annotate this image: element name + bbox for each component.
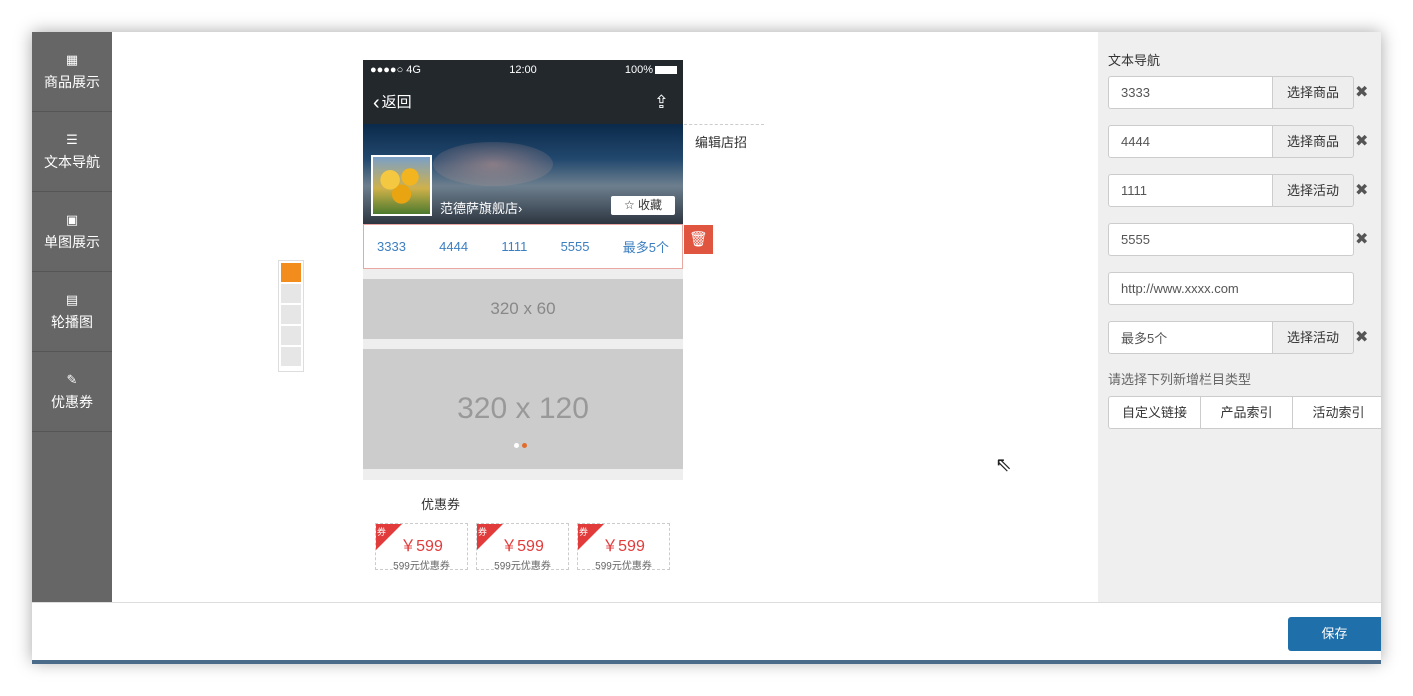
nav-text-input-4[interactable] <box>1108 223 1354 256</box>
sidebar-item-text-nav[interactable]: ☰ 文本导航 <box>32 112 112 192</box>
film-icon: ▤ <box>65 292 79 307</box>
back-button[interactable]: ‹ 返回 <box>373 91 412 115</box>
store-name[interactable]: 范德萨旗舰店› <box>440 198 522 217</box>
delete-module-button[interactable]: 🗑 <box>684 225 713 254</box>
nav-row-2: 选择商品 <box>1108 125 1354 158</box>
battery-indicator: 100% <box>625 64 677 76</box>
sidebar-item-coupon[interactable]: ✎ 优惠券 <box>32 352 112 432</box>
text-nav-item-2[interactable]: 4444 <box>439 239 468 254</box>
nav-text-input-2[interactable] <box>1108 125 1273 158</box>
store-logo <box>371 155 432 216</box>
properties-panel: 文本导航 选择商品 ✖ 选择商品 ✖ 选择活动 ✖ ✖ 选择活动 ✖ 请选择下列… <box>1098 32 1381 602</box>
battery-icon <box>655 66 677 75</box>
store-banner[interactable]: 范德萨旗舰店› ☆ 收藏 <box>363 124 683 224</box>
share-icon[interactable]: ⇪ <box>654 92 669 113</box>
panel-title: 文本导航 <box>1108 53 1161 68</box>
grid-icon: ▦ <box>65 52 79 67</box>
column-type-hint: 请选择下列新增栏目类型 <box>1108 372 1252 387</box>
coupon-tag: 券 <box>377 527 387 537</box>
text-nav-item-5[interactable]: 最多5个 <box>623 237 669 256</box>
carousel-placeholder[interactable]: 320 x 120 <box>363 349 683 469</box>
coupon-desc: 599元优惠券 <box>494 561 551 572</box>
coupon-card[interactable]: 券 ￥599 599元优惠券 <box>476 523 569 572</box>
nav-text-input-1[interactable] <box>1108 76 1273 109</box>
trash-icon: 🗑 <box>688 231 709 248</box>
image-icon: ▣ <box>65 212 79 227</box>
coupon-desc: 599元优惠券 <box>393 561 450 572</box>
remove-row-icon[interactable]: ✖ <box>1355 82 1368 102</box>
select-activity-button[interactable]: 选择活动 <box>1273 174 1354 207</box>
back-label: 返回 <box>381 94 412 111</box>
coupon-desc: 599元优惠券 <box>595 561 652 572</box>
sidebar-item-label: 优惠券 <box>51 394 93 410</box>
coupon-tag: 券 <box>478 527 488 537</box>
nav-row-4 <box>1108 223 1354 256</box>
coupon-card[interactable]: 券 ￥599 599元优惠券 <box>375 523 468 572</box>
banner-background <box>433 142 553 186</box>
nav-row-3: 选择活动 <box>1108 174 1354 207</box>
phone-nav-bar: ‹ 返回 ⇪ <box>363 80 683 124</box>
list-icon: ☰ <box>66 132 78 147</box>
vtab-4[interactable] <box>281 326 301 345</box>
coupon-tag: 券 <box>579 527 589 537</box>
text-nav-item-1[interactable]: 3333 <box>377 239 406 254</box>
footer-bar: 保存 <box>32 602 1381 662</box>
taskbar-strip <box>32 660 1381 664</box>
component-sidebar: ▦ 商品展示 ☰ 文本导航 ▣ 单图展示 ▤ 轮播图 ✎ 优惠券 <box>32 32 112 602</box>
design-canvas: ●●●●○ 4G 12:00 100% ‹ 返回 ⇪ 范德萨旗舰店› ☆ 收藏 3… <box>112 32 1098 602</box>
vtab-1[interactable] <box>281 263 301 282</box>
custom-link-button[interactable]: 自定义链接 <box>1108 396 1201 429</box>
vtab-3[interactable] <box>281 305 301 324</box>
select-product-button[interactable]: 选择商品 <box>1273 76 1354 109</box>
chevron-left-icon: ‹ <box>373 92 380 114</box>
nav-row-1: 选择商品 <box>1108 76 1354 109</box>
carousel-dots <box>514 422 530 456</box>
activity-index-button[interactable]: 活动索引 <box>1292 396 1381 429</box>
remove-row-icon[interactable]: ✖ <box>1355 229 1368 249</box>
save-button[interactable]: 保存 <box>1288 617 1381 651</box>
vtab-5[interactable] <box>281 347 301 366</box>
image-placeholder-small[interactable]: 320 x 60 <box>363 279 683 339</box>
ticket-icon: ✎ <box>66 372 78 387</box>
sidebar-item-label: 轮播图 <box>51 314 93 330</box>
edit-store-connector <box>684 124 764 125</box>
vtab-2[interactable] <box>281 284 301 303</box>
text-nav-item-3[interactable]: 1111 <box>501 239 527 254</box>
select-product-button[interactable]: 选择商品 <box>1273 125 1354 158</box>
remove-row-icon[interactable]: ✖ <box>1355 180 1368 200</box>
editor-window: ▦ 商品展示 ☰ 文本导航 ▣ 单图展示 ▤ 轮播图 ✎ 优惠券 ●●●●○ 4… <box>32 32 1381 662</box>
carousel-dot[interactable] <box>514 443 519 448</box>
coupon-list: 券 ￥599 599元优惠券 券 ￥599 599元优惠券 券 ￥599 599… <box>375 523 678 572</box>
text-nav-item-4[interactable]: 5555 <box>561 239 590 254</box>
select-activity-button[interactable]: 选择活动 <box>1273 321 1354 354</box>
favorite-button[interactable]: ☆ 收藏 <box>611 196 675 215</box>
coupon-section-title: 优惠券 <box>421 497 461 512</box>
remove-row-icon[interactable]: ✖ <box>1355 327 1368 347</box>
sidebar-item-label: 商品展示 <box>44 74 100 90</box>
battery-percent: 100% <box>624 64 653 76</box>
nav-text-input-3[interactable] <box>1108 174 1273 207</box>
store-logo-image <box>373 157 430 214</box>
column-type-buttons: 自定义链接 产品索引 活动索引 <box>1108 396 1381 429</box>
product-index-button[interactable]: 产品索引 <box>1200 396 1293 429</box>
mouse-cursor-icon: ⇖ <box>995 454 1012 476</box>
phone-status-bar: ●●●●○ 4G 12:00 100% <box>363 60 683 80</box>
nav-text-input-5[interactable] <box>1108 321 1273 354</box>
sidebar-item-carousel[interactable]: ▤ 轮播图 <box>32 272 112 352</box>
sidebar-item-label: 单图展示 <box>44 234 100 250</box>
remove-row-icon[interactable]: ✖ <box>1355 131 1368 151</box>
carousel-dot-active[interactable] <box>522 443 527 448</box>
nav-row-5: 选择活动 <box>1108 321 1354 354</box>
edit-store-label[interactable]: 编辑店招 <box>695 132 747 151</box>
nav-link-input[interactable] <box>1108 272 1354 305</box>
carousel-size-label: 320 x 120 <box>457 392 589 425</box>
sidebar-item-label: 文本导航 <box>44 154 100 170</box>
text-nav-preview[interactable]: 3333 4444 1111 5555 最多5个 <box>363 224 683 269</box>
vertical-tab-strip <box>278 260 304 372</box>
sidebar-item-single-image[interactable]: ▣ 单图展示 <box>32 192 112 272</box>
phone-preview: ●●●●○ 4G 12:00 100% ‹ 返回 ⇪ 范德萨旗舰店› ☆ 收藏 3… <box>363 60 683 480</box>
sidebar-item-product-display[interactable]: ▦ 商品展示 <box>32 32 112 112</box>
coupon-card[interactable]: 券 ￥599 599元优惠券 <box>577 523 670 572</box>
nav-link-row <box>1108 272 1354 305</box>
